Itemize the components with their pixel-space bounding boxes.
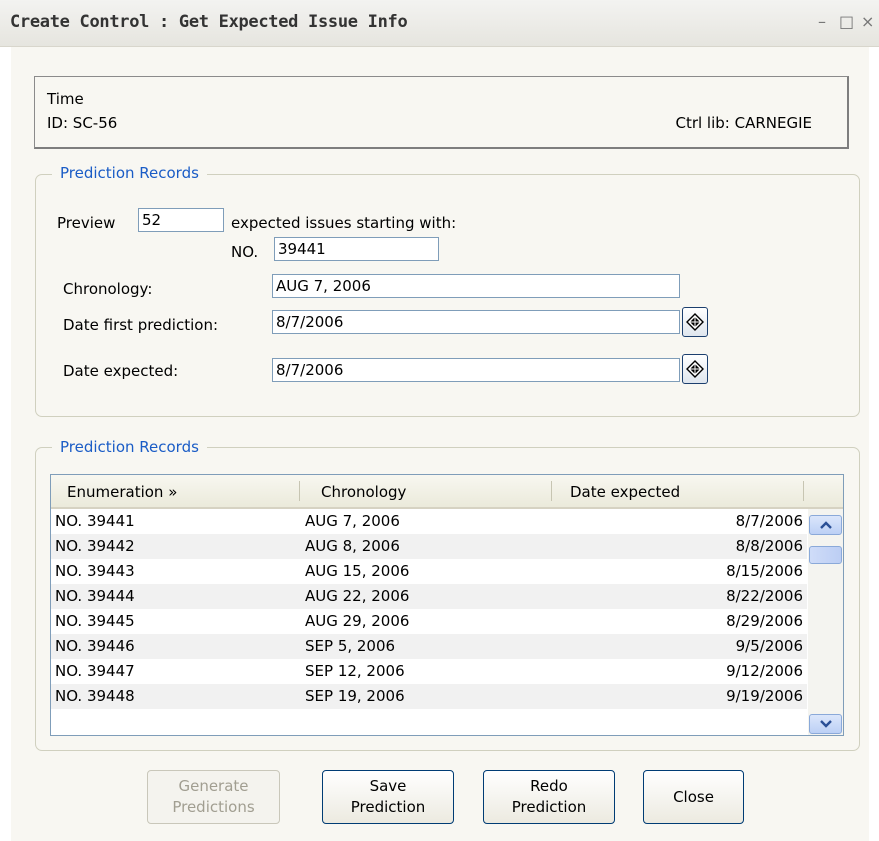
column-divider[interactable]	[551, 481, 552, 501]
chevron-down-icon	[819, 720, 832, 728]
table-row[interactable]: NO. 39441 AUG 7, 2006 8/7/2006	[51, 509, 807, 534]
calendar-icon	[686, 313, 704, 331]
table-row[interactable]: NO. 39447 SEP 12, 2006 9/12/2006	[51, 659, 807, 684]
minimize-button[interactable]: –	[818, 12, 826, 31]
date-expected-cell: 8/15/2006	[726, 562, 803, 580]
date-expected-cell: 8/22/2006	[726, 587, 803, 605]
window-title: Create Control : Get Expected Issue Info	[10, 12, 408, 32]
title-bar: Create Control : Get Expected Issue Info…	[0, 0, 879, 47]
number-label: NO.	[231, 243, 259, 261]
chronology-cell: AUG 29, 2006	[305, 612, 410, 630]
chronology-cell: AUG 7, 2006	[305, 512, 400, 530]
preview-label: Preview	[57, 214, 116, 232]
table-row[interactable]: NO. 39448 SEP 19, 2006 9/19/2006	[51, 684, 807, 709]
table-row[interactable]: NO. 39442 AUG 8, 2006 8/8/2006	[51, 534, 807, 559]
enumeration-cell: NO. 39447	[55, 662, 135, 680]
chevron-up-icon	[819, 521, 832, 529]
enumeration-cell: NO. 39444	[55, 587, 135, 605]
prediction-table-legend: Prediction Records	[52, 438, 207, 456]
chronology-cell: SEP 5, 2006	[305, 637, 396, 655]
vertical-scrollbar[interactable]	[808, 509, 843, 735]
table-row[interactable]: NO. 39444 AUG 22, 2006 8/22/2006	[51, 584, 807, 609]
table-row[interactable]: NO. 39446 SEP 5, 2006 9/5/2006	[51, 634, 807, 659]
table-row[interactable]: NO. 39443 AUG 15, 2006 8/15/2006	[51, 559, 807, 584]
column-header-chronology[interactable]: Chronology	[321, 483, 406, 501]
close-window-button[interactable]: ×	[861, 12, 874, 31]
table-body: NO. 39441 AUG 7, 2006 8/7/2006 NO. 39442…	[51, 509, 807, 709]
column-header-date-expected[interactable]: Date expected	[570, 483, 680, 501]
scroll-up-button[interactable]	[809, 515, 842, 535]
starting-with-label: expected issues starting with:	[231, 214, 457, 232]
date-expected-input[interactable]	[272, 358, 680, 382]
record-header: Time ID: SC-56 Ctrl lib: CARNEGIE	[34, 76, 849, 149]
generate-predictions-button[interactable]: Generate Predictions	[147, 770, 280, 824]
date-expected-cell: 9/12/2006	[726, 662, 803, 680]
redo-prediction-button[interactable]: Redo Prediction	[483, 770, 615, 824]
chronology-cell: AUG 8, 2006	[305, 537, 400, 555]
enumeration-cell: NO. 39441	[55, 512, 135, 530]
date-first-calendar-button[interactable]	[682, 307, 708, 337]
column-header-enumeration[interactable]: Enumeration »	[67, 483, 177, 501]
date-first-prediction-input[interactable]	[272, 310, 680, 334]
maximize-button[interactable]: □	[839, 12, 854, 31]
start-number-input[interactable]	[274, 237, 439, 261]
chronology-input[interactable]	[272, 274, 680, 298]
date-expected-cell: 8/8/2006	[735, 537, 803, 555]
enumeration-cell: NO. 39443	[55, 562, 135, 580]
date-expected-label: Date expected:	[63, 362, 179, 380]
column-divider[interactable]	[299, 481, 300, 501]
chronology-cell: AUG 22, 2006	[305, 587, 410, 605]
date-expected-cell: 8/7/2006	[735, 512, 803, 530]
chronology-label: Chronology:	[63, 280, 153, 298]
enumeration-cell: NO. 39442	[55, 537, 135, 555]
table-header: Enumeration » Chronology Date expected	[51, 475, 843, 509]
preview-count-input[interactable]	[138, 208, 224, 232]
save-prediction-button[interactable]: Save Prediction	[322, 770, 454, 824]
chronology-cell: AUG 15, 2006	[305, 562, 410, 580]
close-button[interactable]: Close	[643, 770, 744, 824]
prediction-form-legend: Prediction Records	[52, 164, 207, 182]
prediction-table: Enumeration » Chronology Date expected N…	[50, 474, 844, 736]
date-expected-cell: 9/19/2006	[726, 687, 803, 705]
table-row[interactable]: NO. 39445 AUG 29, 2006 8/29/2006	[51, 609, 807, 634]
calendar-icon	[686, 360, 704, 378]
chronology-cell: SEP 12, 2006	[305, 662, 405, 680]
enumeration-cell: NO. 39448	[55, 687, 135, 705]
record-title: Time	[47, 90, 84, 108]
record-id: ID: SC-56	[47, 114, 118, 132]
column-divider[interactable]	[803, 481, 804, 501]
date-expected-cell: 8/29/2006	[726, 612, 803, 630]
scroll-down-button[interactable]	[809, 714, 842, 734]
date-expected-calendar-button[interactable]	[682, 354, 708, 384]
control-library: Ctrl lib: CARNEGIE	[675, 114, 812, 132]
enumeration-cell: NO. 39446	[55, 637, 135, 655]
date-expected-cell: 9/5/2006	[735, 637, 803, 655]
date-first-prediction-label: Date first prediction:	[63, 316, 219, 334]
enumeration-cell: NO. 39445	[55, 612, 135, 630]
chronology-cell: SEP 19, 2006	[305, 687, 405, 705]
scroll-thumb[interactable]	[809, 546, 842, 564]
